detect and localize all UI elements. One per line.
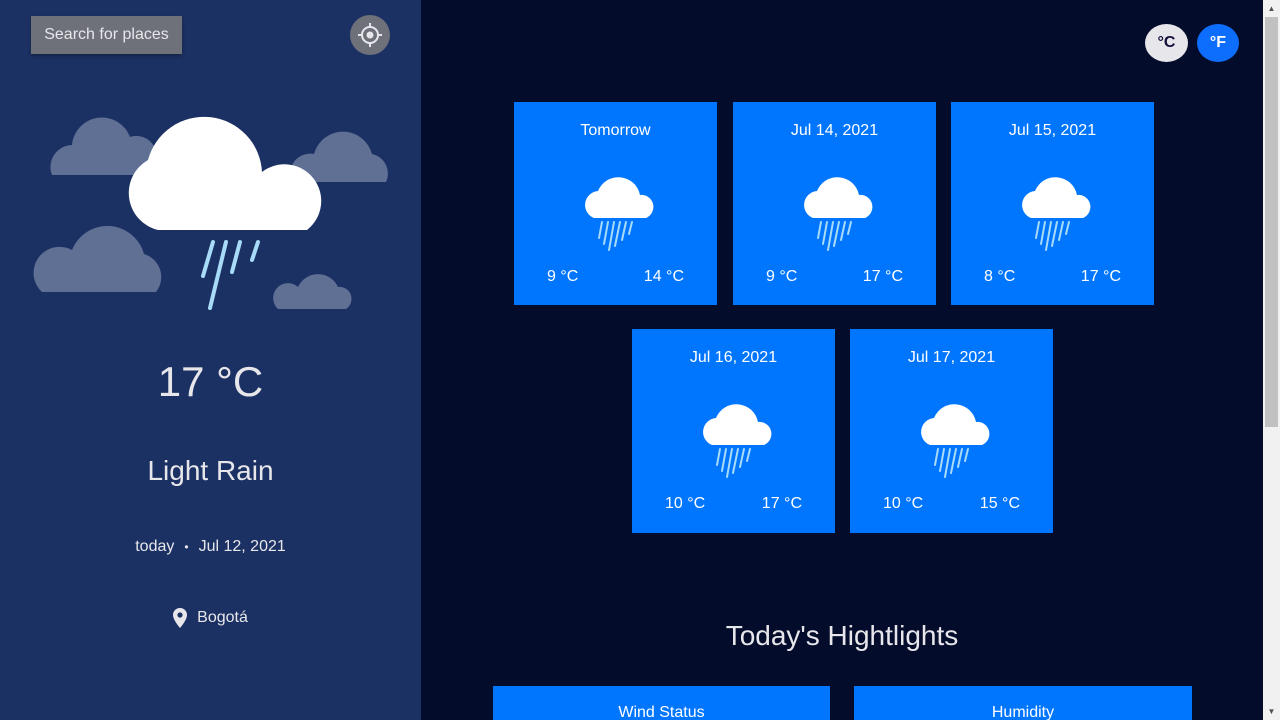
forecast-date: Jul 16, 2021: [689, 349, 778, 366]
light-rain-icon: [33, 116, 388, 310]
forecast-card: Jul 16, 2021 10 °C 17 °C: [632, 329, 835, 533]
rain-drops: [201, 240, 260, 310]
celsius-button[interactable]: °C: [1145, 24, 1188, 62]
forecast-max-temp: 15 °C: [979, 495, 1020, 512]
main-cloud: [128, 116, 322, 230]
date-prefix: today: [135, 538, 175, 555]
light-rain-icon: [921, 404, 990, 478]
forecast-max-temp: 17 °C: [761, 495, 802, 512]
forecast-min-temp: 10 °C: [665, 495, 706, 512]
date-row: today • Jul 12, 2021: [0, 538, 421, 556]
weather-app: Search for places 17 °C Light Rain today…: [0, 0, 1280, 720]
forecast-card: Jul 15, 2021 8 °C 17 °C: [951, 102, 1154, 305]
date-separator: •: [184, 540, 189, 554]
forecast-card: Jul 14, 2021 9 °C 17 °C: [733, 102, 936, 305]
forecast-min-temp: 9 °C: [547, 268, 579, 285]
forecast-min-temp: 10 °C: [883, 495, 924, 512]
main-panel: °C °F Tomorrow 9 °C 14 °C Jul 14, 2021 9…: [421, 0, 1263, 720]
weather-condition: Light Rain: [147, 455, 274, 486]
current-date: Jul 12, 2021: [198, 538, 286, 555]
forecast-date: Jul 17, 2021: [907, 349, 996, 366]
highlight-label: Wind Status: [618, 704, 705, 720]
highlight-label: Humidity: [991, 704, 1055, 720]
forecast-date: Jul 14, 2021: [790, 122, 879, 139]
forecast-card: Tomorrow 9 °C 14 °C: [514, 102, 717, 305]
fahrenheit-button[interactable]: °F: [1197, 24, 1239, 62]
vertical-scrollbar[interactable]: ▲ ▼: [1263, 0, 1280, 720]
forecast-min-temp: 8 °C: [984, 268, 1016, 285]
highlight-card-wind: Wind Status: [493, 686, 830, 720]
forecast-date: Jul 15, 2021: [1008, 122, 1097, 139]
search-places-button[interactable]: Search for places: [31, 16, 182, 54]
forecast-min-temp: 9 °C: [766, 268, 798, 285]
light-rain-icon: [585, 177, 654, 251]
forecast-date: Tomorrow: [580, 122, 651, 139]
location-name: Bogotá: [197, 609, 248, 626]
forecast-card: Jul 17, 2021 10 °C 15 °C: [850, 329, 1053, 533]
scroll-up-icon[interactable]: ▲: [1263, 0, 1280, 17]
forecast-max-temp: 14 °C: [643, 268, 684, 285]
forecast-max-temp: 17 °C: [862, 268, 903, 285]
forecast-max-temp: 17 °C: [1080, 268, 1121, 285]
location-row: Bogotá: [0, 608, 421, 628]
scroll-down-icon[interactable]: ▼: [1263, 703, 1280, 720]
highlights-title: Today's Hightlights: [725, 620, 959, 651]
light-rain-icon: [1022, 177, 1091, 251]
light-rain-icon: [703, 404, 772, 478]
sidebar: Search for places 17 °C Light Rain today…: [0, 0, 421, 720]
light-rain-icon: [804, 177, 873, 251]
map-pin-icon: [173, 608, 188, 628]
current-location-button[interactable]: [350, 15, 390, 55]
current-temperature: 17 °C: [157, 358, 264, 405]
crosshair-icon: [358, 23, 382, 47]
highlight-card-humidity: Humidity: [854, 686, 1192, 720]
scroll-thumb[interactable]: [1265, 17, 1278, 427]
